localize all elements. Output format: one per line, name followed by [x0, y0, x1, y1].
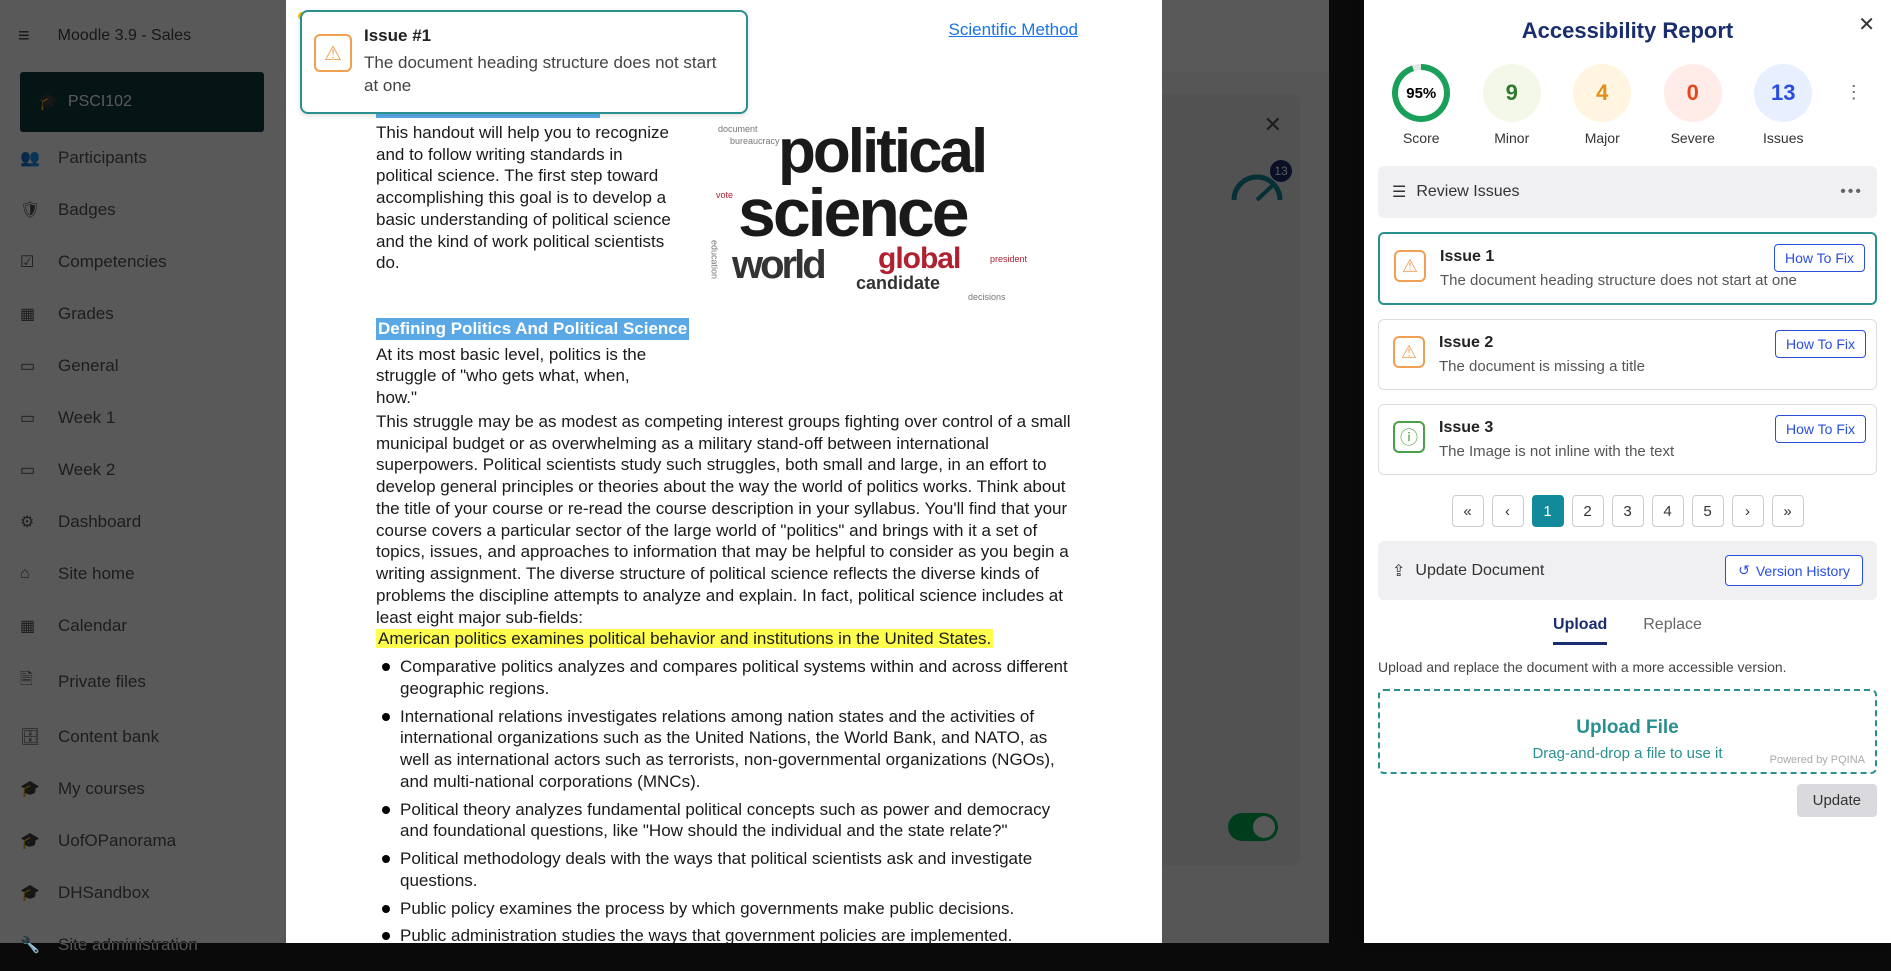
tabs: Upload Replace — [1378, 616, 1877, 645]
panel-title: Accessibility Report — [1522, 18, 1734, 44]
how-to-fix-button[interactable]: How To Fix — [1774, 244, 1865, 272]
metric-label: Major — [1585, 130, 1620, 146]
page-last[interactable]: » — [1772, 495, 1804, 527]
issue-desc: The document is missing a title — [1439, 358, 1645, 375]
list-item: Political methodology deals with the way… — [388, 848, 1078, 892]
version-history-button[interactable]: ↺ Version History — [1725, 555, 1863, 586]
upload-description: Upload and replace the document with a m… — [1378, 659, 1877, 675]
issue-desc: The document heading structure does not … — [1440, 272, 1797, 289]
how-to-fix-button[interactable]: How To Fix — [1775, 330, 1866, 358]
review-issues-bar[interactable]: ☰ Review Issues ••• — [1378, 166, 1877, 218]
doc-paragraph: This handout will help you to recognize … — [376, 122, 676, 274]
issue-title: Issue 1 — [1440, 248, 1797, 266]
page-number[interactable]: 1 — [1532, 495, 1564, 527]
warning-icon: ⚠ — [314, 34, 352, 72]
page-next[interactable]: › — [1732, 495, 1764, 527]
list-item: Public policy examines the process by wh… — [388, 898, 1078, 920]
metric-major[interactable]: 4 Major — [1573, 64, 1631, 146]
warning-icon: ⚠ — [1394, 250, 1426, 282]
issue-title: Issue 3 — [1439, 419, 1674, 437]
tab-replace[interactable]: Replace — [1643, 616, 1702, 645]
major-value: 4 — [1573, 64, 1631, 122]
warning-icon: ⚠ — [1393, 336, 1425, 368]
page-number[interactable]: 2 — [1572, 495, 1604, 527]
update-label: Update Document — [1415, 562, 1544, 580]
page-first[interactable]: « — [1452, 495, 1484, 527]
review-label: Review Issues — [1416, 183, 1519, 201]
tooltip-text: The document heading structure does not … — [364, 52, 732, 98]
powered-by: Powered by PQINA — [1770, 754, 1865, 766]
close-icon[interactable]: ✕ — [1858, 12, 1875, 37]
list-icon: ☰ — [1392, 182, 1406, 202]
list-item: Political theory analyzes fundamental po… — [388, 799, 1078, 843]
document-body: What this Handout is about political sci… — [304, 74, 1078, 943]
page-number[interactable]: 4 — [1652, 495, 1684, 527]
issues-value: 13 — [1754, 64, 1812, 122]
issue-tooltip: ⚠ Issue #1 The document heading structur… — [300, 10, 748, 114]
score-value: 95% — [1406, 85, 1436, 102]
minor-value: 9 — [1483, 64, 1541, 122]
wc-word: candidate — [856, 272, 940, 295]
doc-paragraph: At its most basic level, politics is the… — [376, 344, 666, 409]
page-prev[interactable]: ‹ — [1492, 495, 1524, 527]
panel-body: ☰ Review Issues ••• ⚠ Issue 1 The document … — [1364, 162, 1891, 943]
upload-icon: ⇪ — [1392, 561, 1405, 581]
metric-score[interactable]: 95% Score — [1392, 64, 1450, 146]
metric-label: Severe — [1671, 130, 1715, 146]
how-to-fix-button[interactable]: How To Fix — [1775, 415, 1866, 443]
metric-label: Score — [1403, 130, 1440, 146]
pagination: « ‹ 12345 › » — [1378, 495, 1877, 527]
metric-issues[interactable]: 13 Issues — [1754, 64, 1812, 146]
version-label: Version History — [1756, 563, 1850, 579]
issue-desc: The Image is not inline with the text — [1439, 443, 1674, 460]
issue-card[interactable]: ⚠ Issue 2 The document is missing a title H… — [1378, 319, 1877, 390]
document-viewer: ⚠ Issue #1 The document heading structur… — [286, 0, 1162, 943]
highlighted-text: American politics examines political beh… — [376, 629, 993, 648]
doc-heading: Defining Politics And Political Science — [376, 318, 689, 340]
list-item: Comparative politics analyzes and compar… — [388, 656, 1078, 700]
metric-minor[interactable]: 9 Minor — [1483, 64, 1541, 146]
bullet-list: Comparative politics analyzes and compar… — [376, 656, 1078, 943]
wc-word: world — [732, 240, 824, 291]
page-number[interactable]: 5 — [1692, 495, 1724, 527]
more-icon[interactable]: ••• — [1840, 183, 1863, 201]
more-icon[interactable]: ⋮ — [1845, 82, 1863, 103]
issue-title: Issue 2 — [1439, 334, 1645, 352]
history-icon: ↺ — [1738, 562, 1750, 579]
info-icon: ⓘ — [1393, 421, 1425, 453]
metric-label: Issues — [1763, 130, 1803, 146]
severe-value: 0 — [1664, 64, 1722, 122]
tooltip-title: Issue #1 — [364, 26, 732, 46]
panel-header: Accessibility Report ✕ — [1364, 0, 1891, 58]
list-item: Public administration studies the ways t… — [388, 925, 1078, 943]
dropzone-title: Upload File — [1390, 717, 1865, 739]
issue-card[interactable]: ⚠ Issue 1 The document heading structure d… — [1378, 232, 1877, 305]
list-item: International relations investigates rel… — [388, 706, 1078, 793]
doc-link[interactable]: Scientific Method — [949, 20, 1078, 40]
wordcloud-image: political science world global candidate… — [708, 118, 1078, 322]
metric-label: Minor — [1494, 130, 1529, 146]
metrics-row: 95%Score 9Minor 4Major 0Severe 13Issues … — [1364, 58, 1891, 162]
issue-card[interactable]: ⓘ Issue 3 The Image is not inline with the… — [1378, 404, 1877, 475]
accessibility-panel: Accessibility Report ✕ 95% Score 9 Minor 4… — [1364, 0, 1891, 943]
tab-upload[interactable]: Upload — [1553, 616, 1607, 645]
update-button[interactable]: Update — [1797, 784, 1877, 817]
upload-dropzone[interactable]: Upload File Drag-and-drop a file to use … — [1378, 689, 1877, 774]
page-number[interactable]: 3 — [1612, 495, 1644, 527]
metric-severe[interactable]: 0 Severe — [1664, 64, 1722, 146]
update-document-bar: ⇪ Update Document ↺ Version History — [1378, 541, 1877, 600]
doc-paragraph: This struggle may be as modest as compet… — [376, 411, 1078, 629]
